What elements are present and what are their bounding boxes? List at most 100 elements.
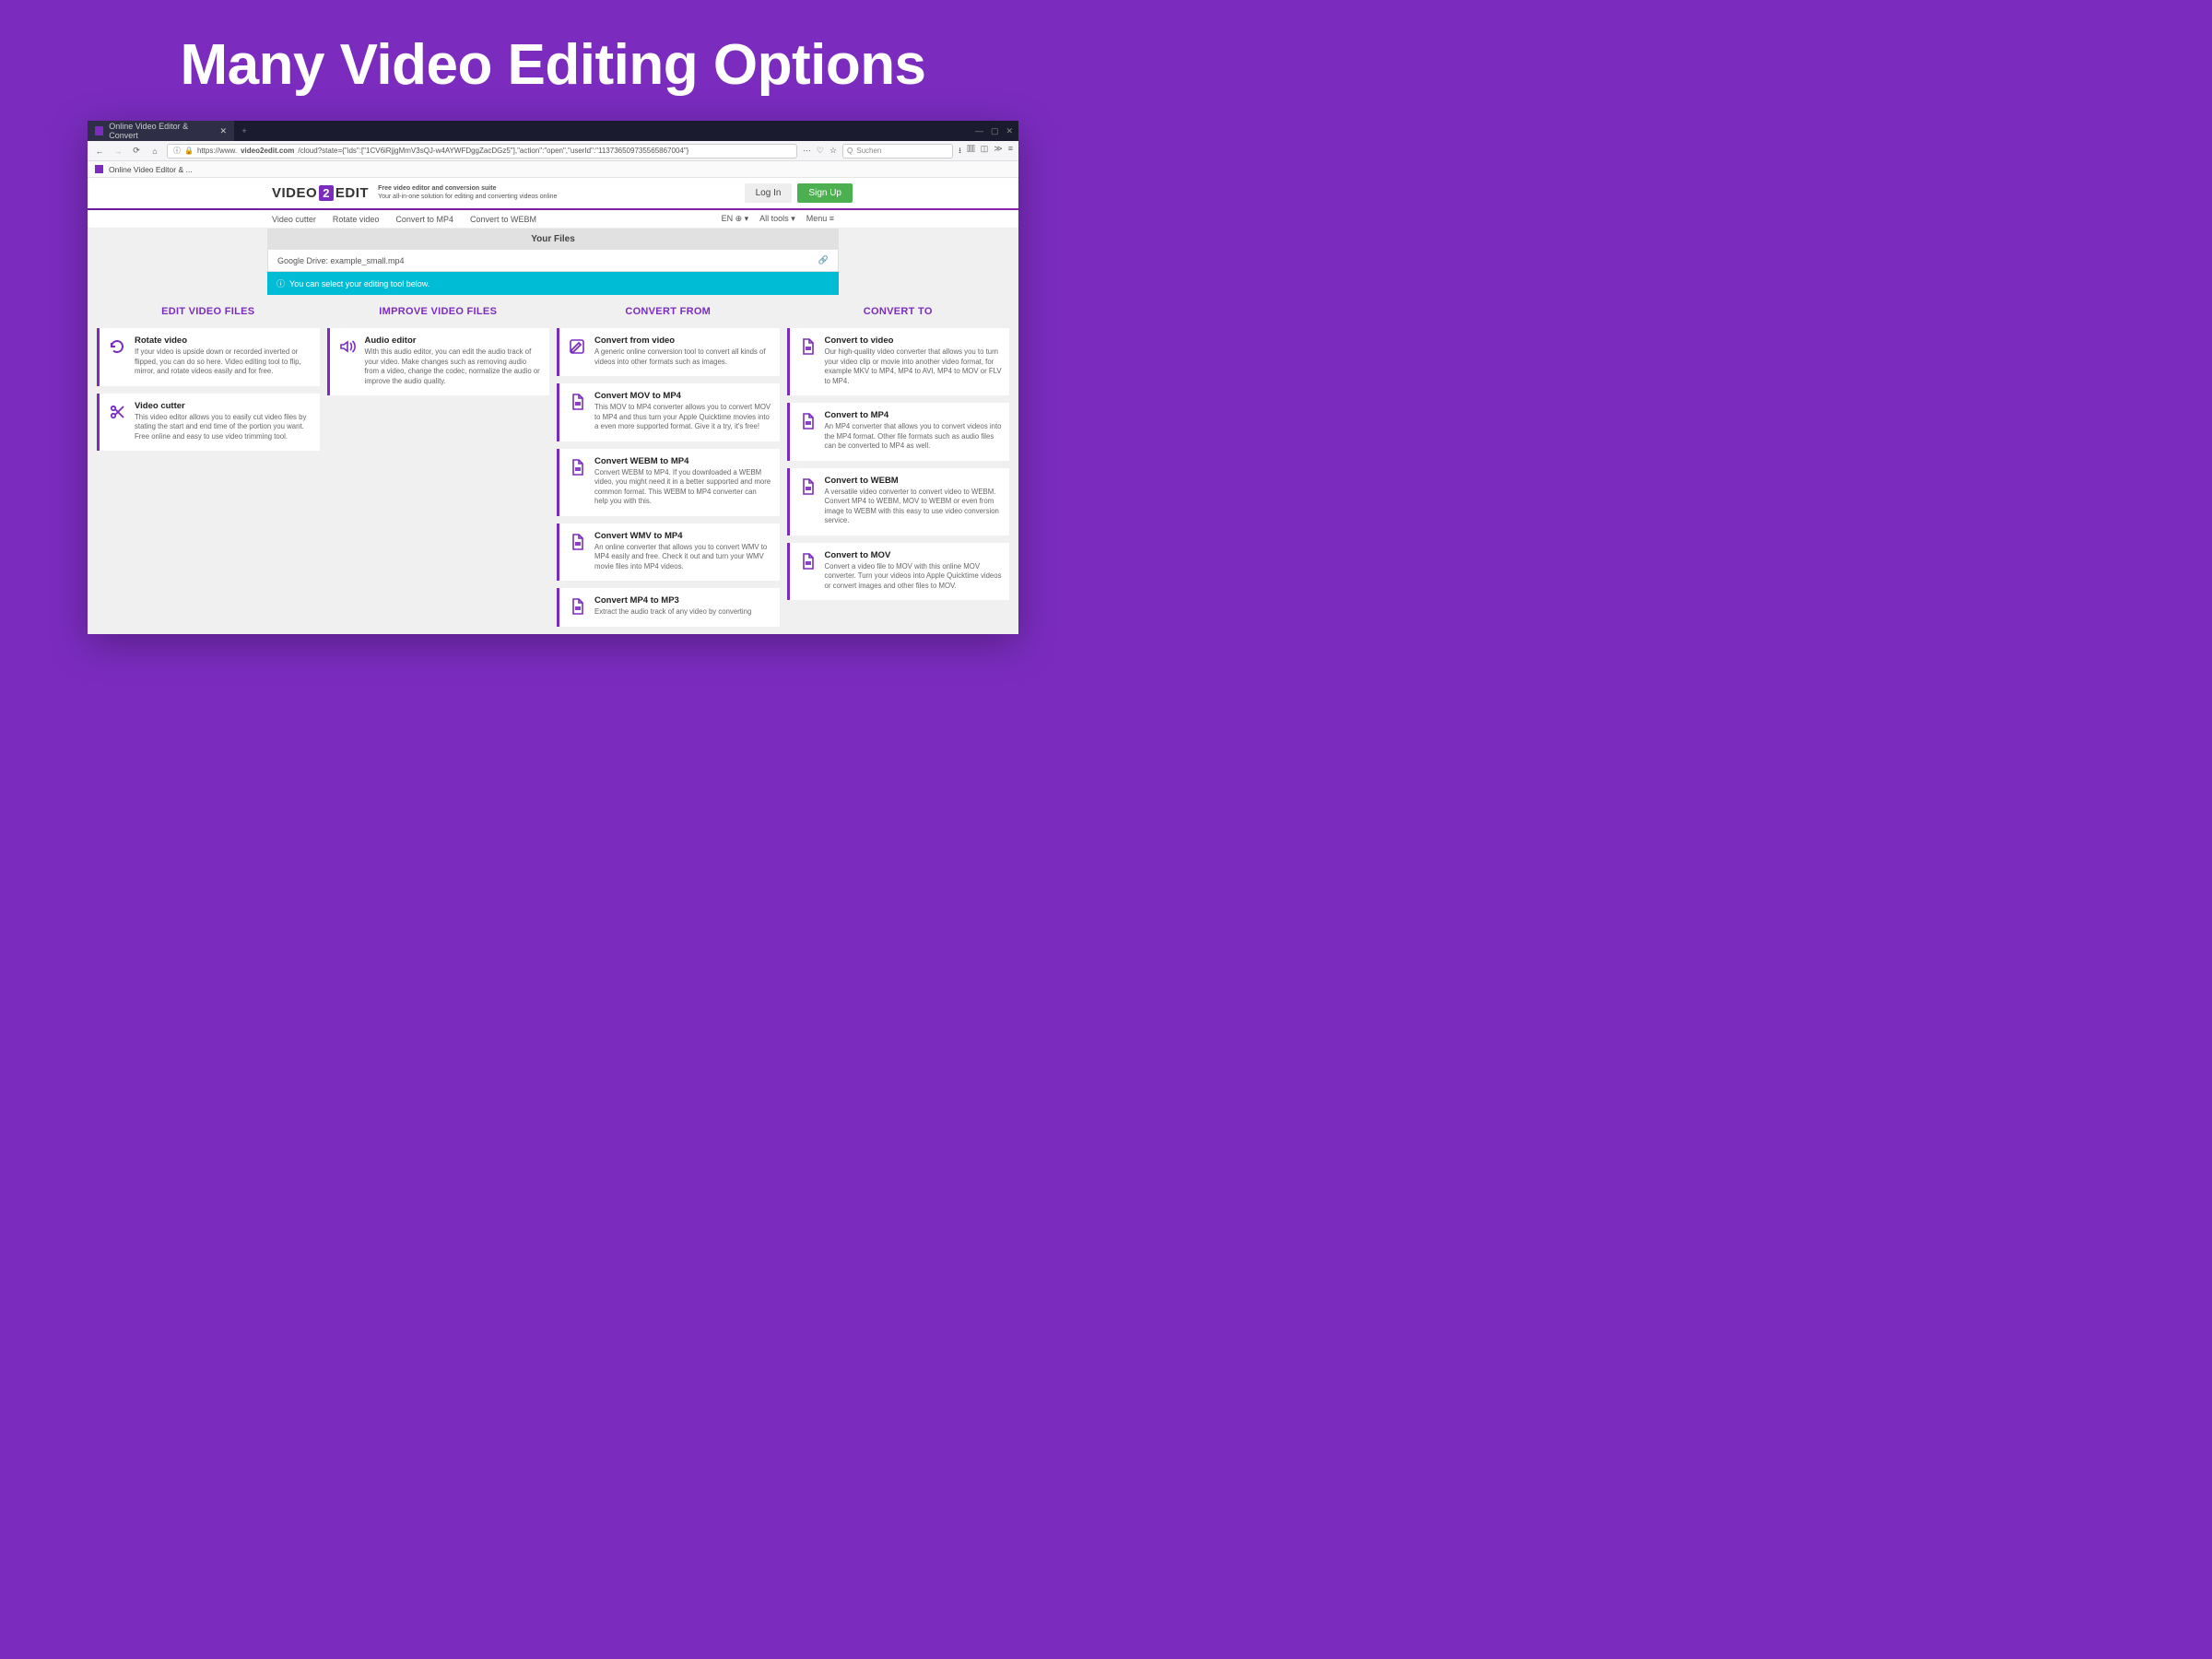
nav-item[interactable]: Convert to WEBM [470, 215, 536, 224]
tool-card[interactable]: Video cutter This video editor allows yo… [97, 394, 320, 452]
cut-icon [107, 401, 127, 442]
nav-item[interactable]: Rotate video [333, 215, 380, 224]
tool-description: This video editor allows you to easily c… [135, 413, 312, 442]
search-placeholder: Suchen [856, 147, 881, 155]
menu-icon[interactable]: ≡ [1008, 144, 1013, 159]
hero-title: Many Video Editing Options [0, 0, 1106, 121]
home-button[interactable]: ⌂ [148, 147, 161, 156]
nav-back-button[interactable]: ← [93, 147, 106, 156]
tool-description: Convert WEBM to MP4. If you downloaded a… [594, 468, 772, 507]
column-header: EDIT VIDEO FILES [97, 306, 320, 321]
tool-title: Convert to WEBM [825, 476, 1003, 486]
tool-description: Convert a video file to MOV with this on… [825, 562, 1003, 592]
window-close-button[interactable]: ✕ [1006, 126, 1013, 136]
search-icon: Q [847, 147, 853, 155]
tool-card[interactable]: Convert from video A generic online conv… [557, 328, 780, 376]
tool-column: Rotate video If your video is upside dow… [97, 328, 320, 634]
tool-card[interactable]: Rotate video If your video is upside dow… [97, 328, 320, 386]
tool-description: A generic online conversion tool to conv… [594, 347, 772, 367]
tab-title: Online Video Editor & Convert [109, 122, 210, 140]
url-input[interactable]: ⓘ 🔒 https://www.video2edit.com/cloud?sta… [167, 144, 797, 159]
tool-title: Video cutter [135, 401, 312, 411]
library-icon[interactable]: ⫿⫿⫿ [967, 144, 975, 159]
tool-card[interactable]: Convert to MOV Convert a video file to M… [787, 543, 1010, 601]
close-tab-icon[interactable]: ✕ [219, 126, 227, 136]
search-input[interactable]: Q Suchen [842, 144, 953, 159]
info-icon: ⓘ [276, 277, 285, 289]
tool-card[interactable]: Convert to MP4 An MP4 converter that all… [787, 403, 1010, 461]
file-icon [797, 335, 818, 386]
browser-window: Online Video Editor & Convert ✕ + — ▢ ✕ … [88, 121, 1018, 634]
browser-tab[interactable]: Online Video Editor & Convert ✕ [88, 121, 235, 141]
favicon-icon [95, 165, 103, 173]
nav-item[interactable]: Convert to MP4 [395, 215, 453, 224]
tool-title: Convert to video [825, 335, 1003, 346]
sidebar-icon[interactable]: ◫ [981, 144, 989, 159]
tool-card[interactable]: Convert WEBM to MP4 Convert WEBM to MP4.… [557, 449, 780, 516]
tool-description: Our high-quality video converter that al… [825, 347, 1003, 386]
file-icon [797, 550, 818, 592]
logo-text-right: EDIT [335, 185, 369, 201]
tool-title: Convert WMV to MP4 [594, 531, 772, 541]
column-header: CONVERT FROM [557, 306, 780, 321]
tool-title: Convert to MOV [825, 550, 1003, 560]
files-panel: Your Files Google Drive: example_small.m… [267, 229, 839, 295]
tool-column: Convert to video Our high-quality video … [787, 328, 1010, 634]
signup-button[interactable]: Sign Up [797, 183, 853, 203]
file-name: Google Drive: example_small.mp4 [277, 256, 405, 265]
reload-button[interactable]: ⟳ [130, 146, 143, 156]
tools-grid: EDIT VIDEO FILES IMPROVE VIDEO FILES CONVE… [88, 295, 1018, 634]
bookmark-item[interactable]: Online Video Editor & ... [109, 165, 193, 174]
address-bar: ← → ⟳ ⌂ ⓘ 🔒 https://www.video2edit.com/c… [88, 141, 1018, 161]
files-header: Your Files [267, 229, 839, 250]
login-button[interactable]: Log In [745, 183, 793, 203]
tagline-bottom: Your all-in-one solution for editing and… [378, 194, 557, 201]
info-icon: ⓘ [173, 146, 181, 156]
file-icon [797, 476, 818, 526]
tool-description: An MP4 converter that allows you to conv… [825, 422, 1003, 452]
tool-card[interactable]: Convert MP4 to MP3 Extract the audio tra… [557, 588, 780, 627]
page-content: Your Files Google Drive: example_small.m… [88, 229, 1018, 634]
reader-view-icon[interactable]: ♡ [817, 146, 824, 156]
downloads-icon[interactable]: ⭳ [959, 144, 961, 159]
tool-description: If your video is upside down or recorded… [135, 347, 312, 377]
file-icon [797, 410, 818, 452]
file-icon [567, 531, 587, 572]
all-tools-menu[interactable]: All tools ▾ [759, 214, 795, 224]
favicon-icon [95, 126, 103, 135]
tool-description: This MOV to MP4 converter allows you to … [594, 403, 772, 432]
logo-tagline: Free video editor and conversion suite Y… [378, 185, 557, 201]
logo-text-mid: 2 [319, 185, 334, 201]
site-logo[interactable]: VIDEO 2 EDIT [272, 185, 369, 201]
column-header: CONVERT TO [787, 306, 1010, 321]
window-maximize-button[interactable]: ▢ [991, 126, 999, 136]
lock-icon: 🔒 [184, 147, 194, 155]
file-row[interactable]: Google Drive: example_small.mp4 🔗 [267, 250, 839, 272]
page-action-dots-icon[interactable]: ⋯ [803, 146, 811, 156]
tool-card[interactable]: Audio editor With this audio editor, you… [327, 328, 550, 395]
new-tab-button[interactable]: + [235, 121, 253, 141]
nav-forward-button[interactable]: → [112, 147, 124, 156]
tool-title: Convert to MP4 [825, 410, 1003, 420]
nav-item[interactable]: Video cutter [272, 215, 316, 224]
tool-card[interactable]: Convert MOV to MP4 This MOV to MP4 conve… [557, 383, 780, 441]
main-menu[interactable]: Menu ≡ [806, 214, 834, 224]
bookmark-star-icon[interactable]: ☆ [830, 146, 837, 156]
audio-icon [337, 335, 358, 386]
tool-description: A versatile video converter to convert v… [825, 488, 1003, 526]
tool-card[interactable]: Convert to WEBM A versatile video conver… [787, 468, 1010, 535]
tool-card[interactable]: Convert WMV to MP4 An online converter t… [557, 524, 780, 582]
url-prefix: https://www. [197, 147, 237, 155]
window-minimize-button[interactable]: — [975, 126, 983, 135]
rotate-icon [107, 335, 127, 377]
column-header: IMPROVE VIDEO FILES [327, 306, 550, 321]
tool-title: Audio editor [365, 335, 543, 346]
file-icon [567, 595, 587, 618]
tool-description: With this audio editor, you can edit the… [365, 347, 543, 386]
file-icon [567, 391, 587, 432]
link-icon[interactable]: 🔗 [818, 255, 829, 265]
language-selector[interactable]: EN ⊕ ▾ [722, 214, 749, 224]
tool-card[interactable]: Convert to video Our high-quality video … [787, 328, 1010, 395]
tool-title: Convert WEBM to MP4 [594, 456, 772, 466]
overflow-icon[interactable]: ≫ [994, 144, 1002, 159]
